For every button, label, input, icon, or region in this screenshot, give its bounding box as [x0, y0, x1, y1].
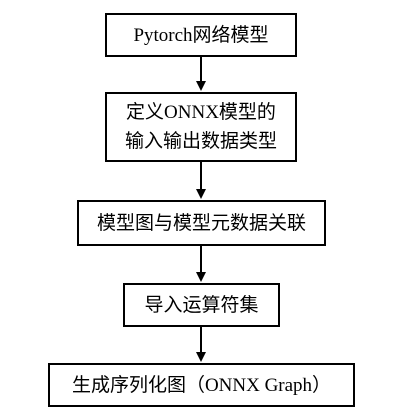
flow-arrows	[196, 57, 206, 362]
arrow-2-to-3	[196, 162, 206, 199]
arrow-3-to-4	[196, 246, 206, 282]
arrow-4-to-5	[196, 327, 206, 362]
arrow-1-to-2	[196, 57, 206, 91]
